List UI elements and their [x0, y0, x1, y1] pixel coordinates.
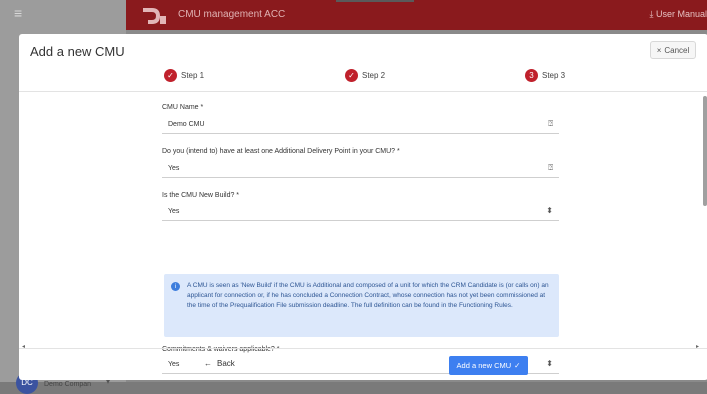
- download-icon: ⤓: [649, 9, 654, 19]
- divider: [19, 348, 707, 349]
- app-logo: [143, 8, 166, 24]
- info-text: A CMU is seen as 'New Build' if the CMU …: [187, 282, 549, 309]
- submit-label: Add a new CMU: [456, 361, 512, 370]
- user-manual-link[interactable]: ⤓ User Manual: [649, 9, 707, 20]
- close-icon: ×: [656, 45, 662, 55]
- select-caret-icon: ⬍: [546, 359, 553, 368]
- cancel-button[interactable]: × Cancel: [650, 41, 696, 59]
- field-value: Yes: [168, 208, 180, 215]
- step-2[interactable]: ✓ Step 2: [345, 68, 385, 82]
- form-body: CMU Name * Demo CMU ⍰ Do you (intend to)…: [19, 92, 707, 374]
- step-label: Step 1: [181, 70, 205, 80]
- step-label: Step 3: [542, 70, 566, 80]
- modal-title: Add a new CMU: [30, 44, 125, 59]
- check-icon: ✓: [164, 68, 177, 82]
- cmu-name-input[interactable]: Demo CMU ⍰: [162, 116, 559, 134]
- company-name: Demo Compan: [44, 381, 92, 388]
- step-3[interactable]: 3 Step 3: [525, 68, 565, 82]
- select-caret-icon: ⬍: [546, 206, 553, 215]
- info-callout: i A CMU is seen as 'New Build' if the CM…: [164, 274, 559, 337]
- header-accent-line: [336, 0, 414, 2]
- back-button[interactable]: ← Back: [204, 359, 235, 368]
- step-label: Step 2: [362, 70, 386, 80]
- field-value: Yes: [168, 361, 180, 368]
- back-label: Back: [217, 359, 235, 368]
- add-cmu-button[interactable]: Add a new CMU ✓: [449, 356, 528, 375]
- field-label: Is the CMU New Build? *: [162, 192, 240, 199]
- field-label: Do you (intend to) have at least one Add…: [162, 148, 400, 155]
- check-icon: ✓: [514, 361, 521, 370]
- app-title: CMU management ACC: [178, 9, 286, 20]
- additional-delivery-point-field[interactable]: Yes ⍰: [162, 160, 559, 178]
- field-label: CMU Name *: [162, 104, 204, 111]
- step-1[interactable]: ✓ Step 1: [164, 68, 204, 82]
- step-number-icon: 3: [525, 68, 538, 82]
- add-cmu-modal: Add a new CMU × Cancel ✓ Step 1 ✓ Step 2…: [19, 34, 707, 380]
- check-icon: ✓: [345, 68, 358, 82]
- field-value: Yes: [168, 165, 180, 172]
- field-value: Demo CMU: [168, 121, 205, 128]
- vertical-scrollbar[interactable]: [703, 96, 707, 206]
- help-icon[interactable]: ⍰: [548, 163, 553, 173]
- menu-icon[interactable]: ≡: [14, 6, 22, 20]
- info-icon: i: [171, 282, 180, 291]
- arrow-left-icon: ←: [204, 359, 212, 368]
- help-icon[interactable]: ⍰: [548, 119, 553, 129]
- cancel-label: Cancel: [664, 45, 690, 55]
- user-manual-label: User Manual: [655, 9, 707, 19]
- new-build-select[interactable]: Yes ⬍: [162, 203, 559, 221]
